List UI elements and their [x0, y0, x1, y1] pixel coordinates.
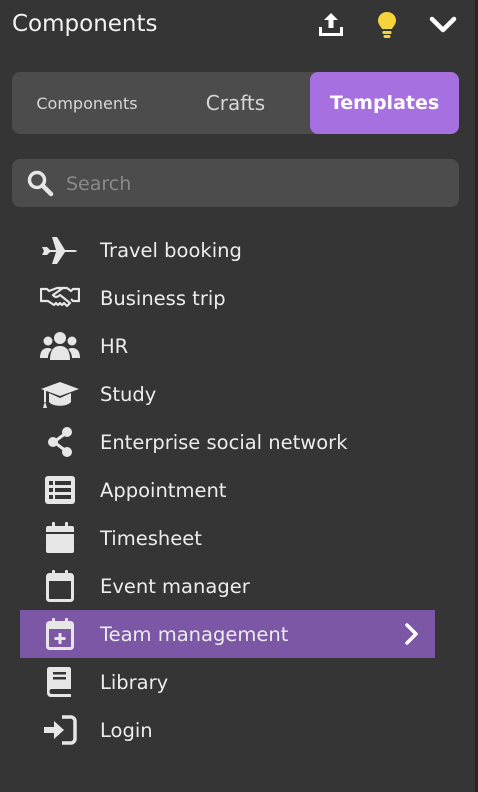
list-item-label: Event manager — [100, 574, 250, 598]
chevron-right-icon[interactable] — [399, 622, 423, 646]
upload-icon[interactable] — [316, 10, 346, 40]
list-item-team-management[interactable]: Team management — [20, 610, 435, 658]
list-item-library[interactable]: Library — [20, 658, 435, 706]
tab-templates[interactable]: Templates — [310, 72, 459, 134]
tab-crafts[interactable]: Crafts — [162, 72, 309, 134]
list-item-label: HR — [100, 334, 129, 358]
list-item-label: Library — [100, 670, 169, 694]
list-item-label: Timesheet — [100, 526, 202, 550]
panel-header: Components — [12, 8, 464, 42]
list-item-label: Team management — [100, 622, 289, 646]
list-item-business-trip[interactable]: Business trip — [20, 274, 435, 322]
list-item-timesheet[interactable]: Timesheet — [20, 514, 435, 562]
tab-components[interactable]: Components — [12, 72, 162, 134]
list-item-label: Login — [100, 718, 153, 742]
search-icon — [27, 170, 54, 197]
list-item-travel-booking[interactable]: Travel booking — [20, 226, 435, 274]
list-item-enterprise-social-network[interactable]: Enterprise social network — [20, 418, 435, 466]
list-item-study[interactable]: Study — [20, 370, 435, 418]
search-box — [12, 159, 459, 209]
calendar-plus-icon — [40, 618, 80, 650]
handshake-icon — [40, 282, 80, 314]
lightbulb-icon[interactable] — [372, 10, 402, 40]
list-item-label: Enterprise social network — [100, 430, 348, 454]
users-icon — [40, 330, 80, 362]
list-item-label: Study — [100, 382, 157, 406]
list-item-label: Business trip — [100, 286, 226, 310]
list-item-login[interactable]: Login — [20, 706, 435, 754]
sign-in-icon — [40, 714, 80, 746]
template-list: Travel booking Business trip HR Study En… — [20, 226, 435, 754]
list-item-appointment[interactable]: Appointment — [20, 466, 435, 514]
tab-bar: Components Crafts Templates — [12, 72, 459, 134]
search-input[interactable] — [64, 159, 448, 209]
book-icon — [40, 666, 80, 698]
chevron-down-icon[interactable] — [428, 10, 458, 40]
graduation-cap-icon — [40, 378, 80, 410]
airplane-icon — [40, 234, 80, 266]
list-item-label: Appointment — [100, 478, 227, 502]
list-item-label: Travel booking — [100, 238, 242, 262]
share-icon — [40, 426, 80, 458]
list-item-event-manager[interactable]: Event manager — [20, 562, 435, 610]
list-icon — [40, 474, 80, 506]
calendar-outline-icon — [40, 570, 80, 602]
calendar-icon — [40, 522, 80, 554]
list-item-hr[interactable]: HR — [20, 322, 435, 370]
panel-title: Components — [12, 11, 158, 37]
